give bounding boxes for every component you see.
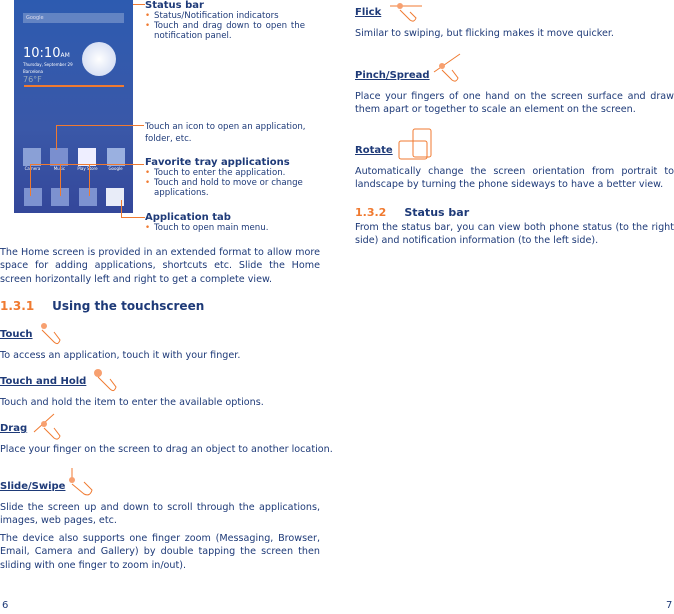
app-camera[interactable]: Camera — [23, 148, 42, 171]
rotate-gesture-icon — [398, 128, 432, 160]
rotate-text: Automatically change the screen orientat… — [355, 166, 674, 191]
date: Thursday, September 29 — [23, 62, 73, 67]
callout-favorite-tray: Favorite tray applications Touch to ente… — [145, 157, 305, 198]
section-heading-1-3-1: 1.3.1 Using the touchscreen — [0, 299, 205, 313]
phone-icon[interactable] — [23, 188, 42, 206]
app-google[interactable]: Google — [106, 148, 125, 171]
swipe-arrow-icon — [24, 85, 124, 87]
home-screen-image: Google 10:10AM Thursday, September 29 Ba… — [14, 0, 133, 213]
search-bar: Google — [23, 13, 124, 23]
heading-pinch-spread: Pinch/Spread — [355, 70, 430, 81]
intro-text: The Home screen is provided in an extend… — [0, 247, 320, 285]
page-number-right: 7 — [666, 600, 673, 611]
touch-hold-gesture-icon — [94, 369, 117, 392]
flick-gesture-icon — [390, 3, 422, 22]
flick-text: Similar to swiping, but flicking makes i… — [355, 28, 614, 39]
pinch-text: Place your fingers of one hand on the sc… — [355, 91, 674, 116]
messaging-icon[interactable] — [78, 188, 97, 206]
touch-hold-text: Touch and hold the item to enter the ava… — [0, 397, 264, 408]
heading-touch: Touch — [0, 329, 33, 340]
drag-text: Place your finger on the screen to drag … — [0, 444, 333, 455]
zoom-text: The device also supports one finger zoom… — [0, 533, 320, 571]
temperature: 76°F — [23, 75, 42, 84]
app-play-store[interactable]: Play Store — [77, 148, 98, 171]
heading-flick: Flick — [355, 7, 382, 18]
page-number-left: 6 — [2, 600, 9, 611]
callout-touch-icon: Touch an icon to open an application, fo… — [145, 122, 306, 144]
moon-icon — [82, 42, 116, 76]
swipe-gesture-icon — [69, 468, 93, 496]
callout-status-bar: Status bar Status/Notification indicator… — [145, 0, 305, 41]
section-heading-1-3-2: 1.3.2 Status bar — [355, 206, 470, 219]
heading-drag: Drag — [0, 423, 28, 434]
callout-application-tab: Application tab Touch to open main menu. — [145, 212, 305, 233]
heading-rotate: Rotate — [355, 145, 393, 156]
slide-text: Slide the screen up and down to scroll t… — [0, 502, 320, 527]
heading-slide-swipe: Slide/Swipe — [0, 481, 66, 492]
city: Barcelona — [23, 69, 43, 74]
drag-gesture-icon — [33, 413, 61, 440]
heading-touch-and-hold: Touch and Hold — [0, 376, 87, 387]
pinch-gesture-icon — [433, 53, 461, 82]
ampm: AM — [60, 52, 70, 59]
touch-gesture-icon — [41, 323, 61, 345]
touch-text: To access an application, touch it with … — [0, 350, 241, 361]
clock: 10:10 — [23, 46, 61, 61]
status-bar-text: From the status bar, you can view both p… — [355, 222, 674, 247]
